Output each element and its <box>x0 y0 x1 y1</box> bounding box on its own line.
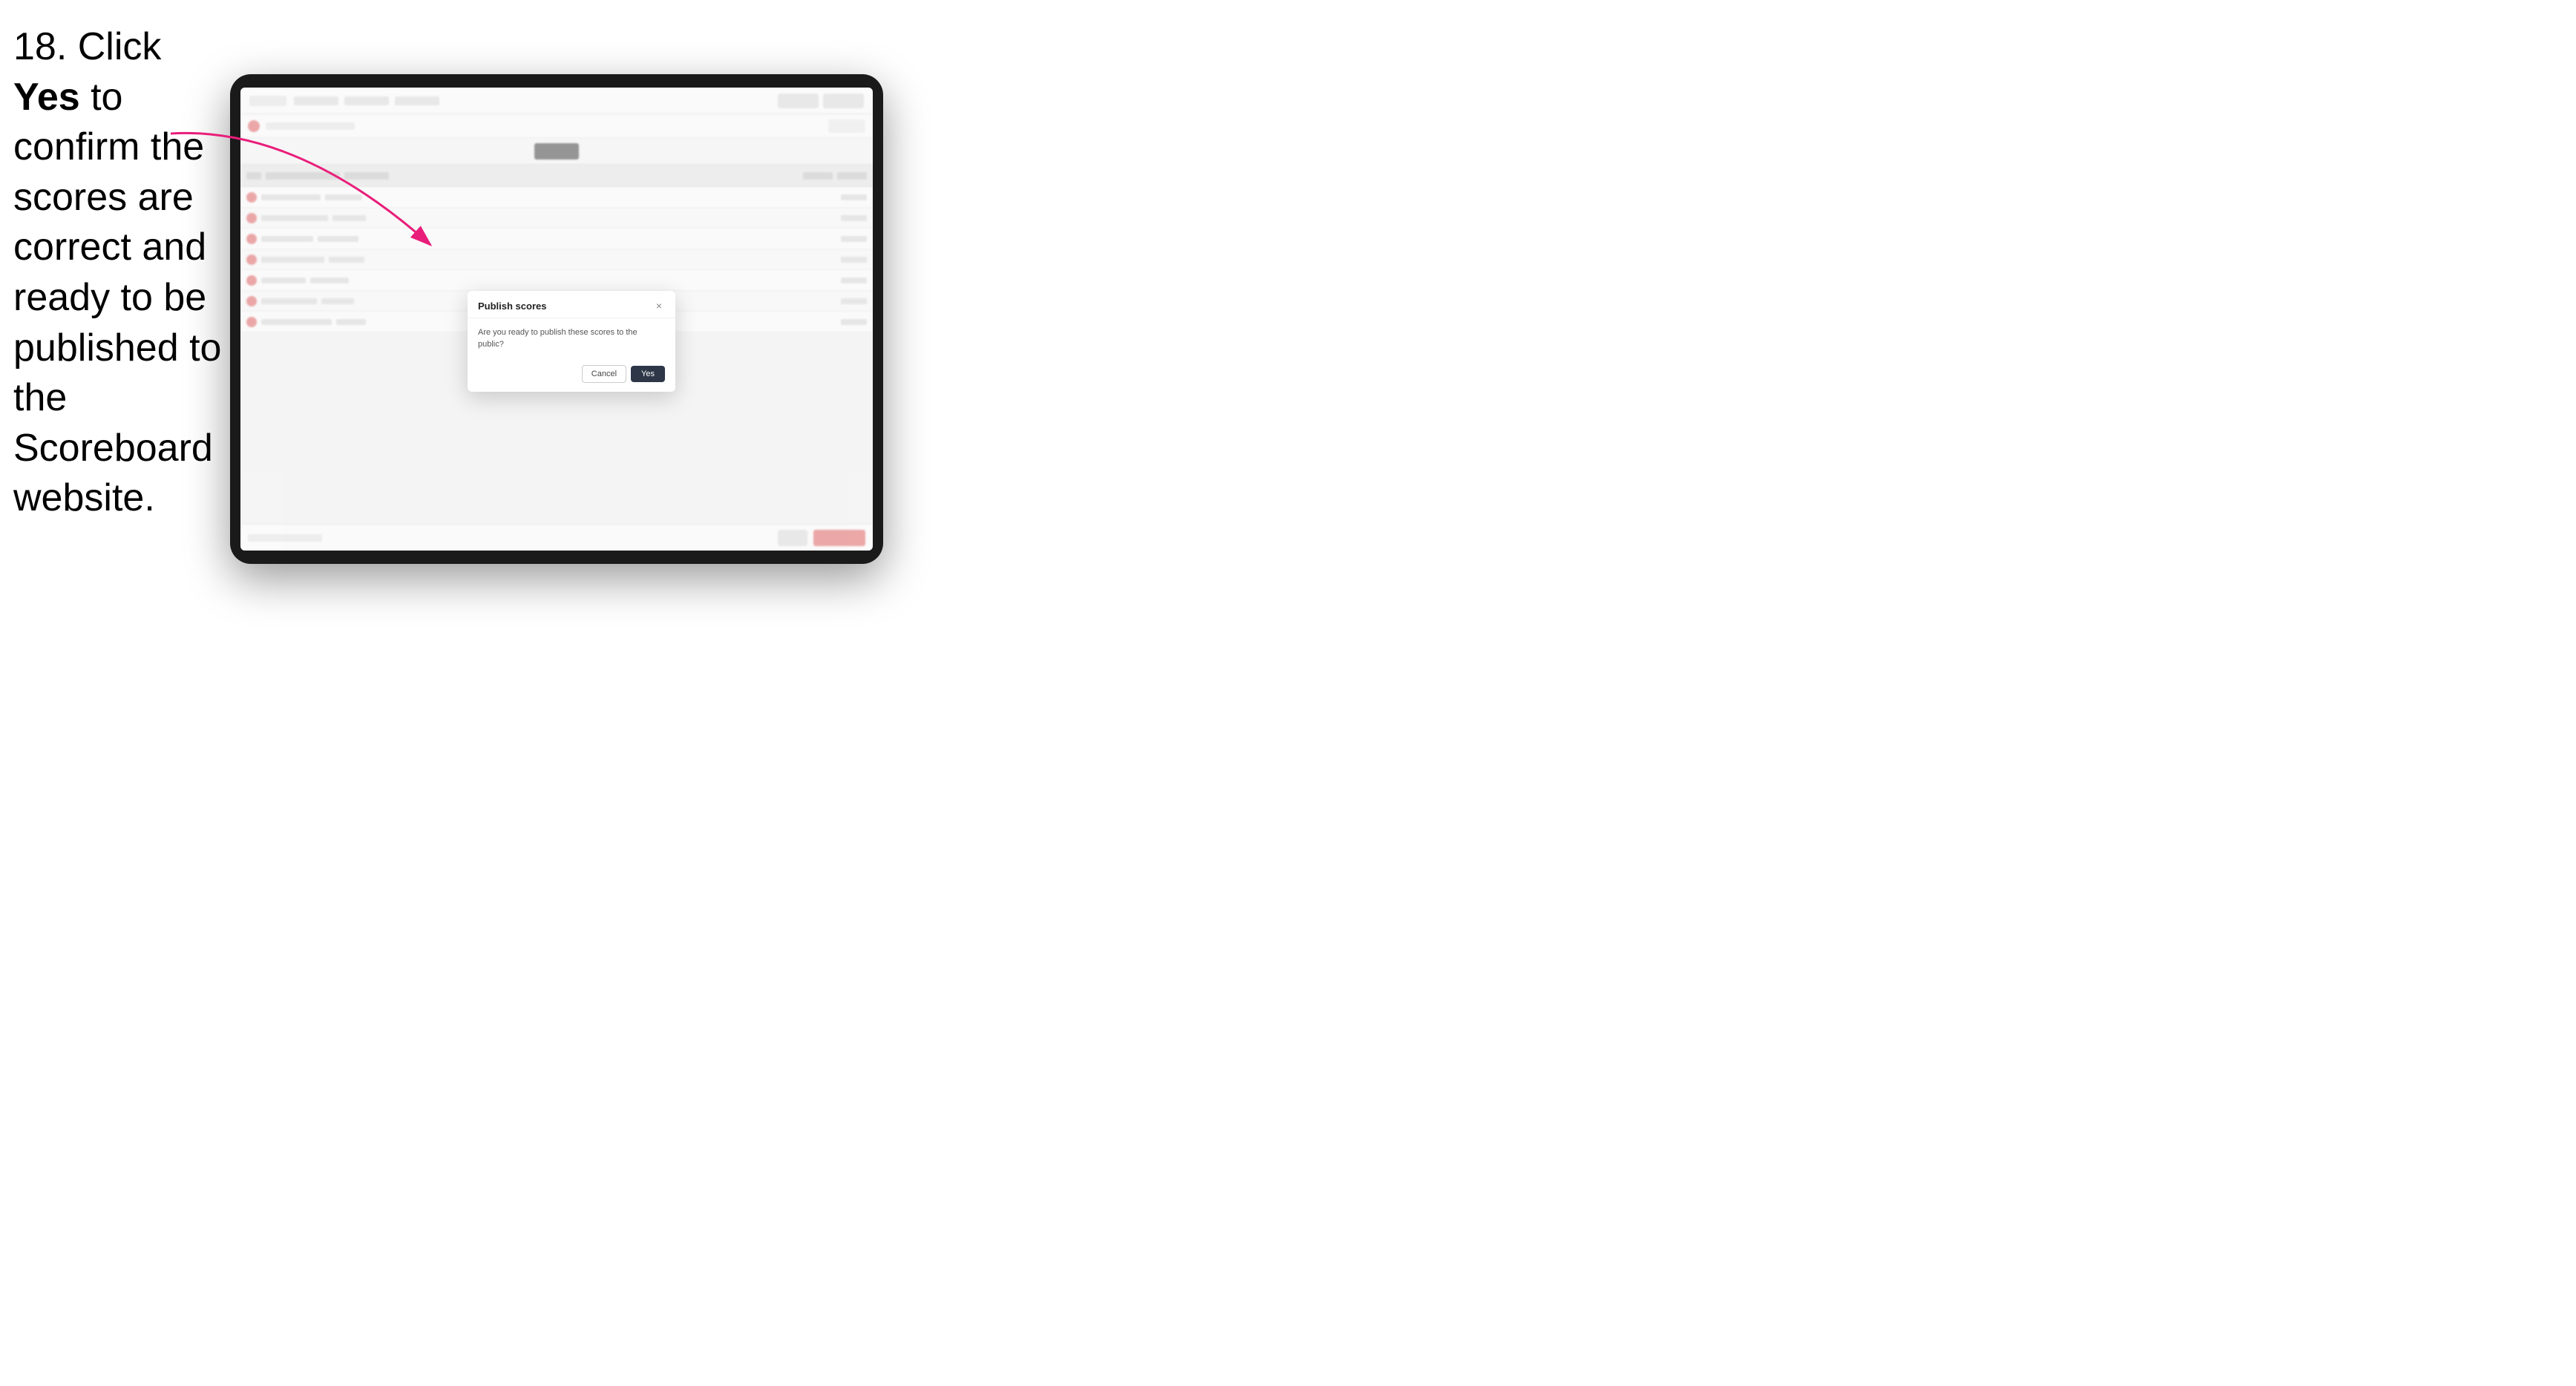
dialog-title: Publish scores <box>478 300 546 312</box>
instruction-prefix: Click <box>67 25 161 68</box>
yes-button[interactable]: Yes <box>631 366 665 382</box>
dialog-header: Publish scores × <box>468 291 675 318</box>
dialog-body: Are you ready to publish these scores to… <box>468 318 675 359</box>
tablet-device: Publish scores × Are you ready to publis… <box>230 74 883 564</box>
cancel-button[interactable]: Cancel <box>582 365 626 383</box>
close-icon[interactable]: × <box>653 300 665 312</box>
dialog-message: Are you ready to publish these scores to… <box>478 327 665 350</box>
publish-scores-dialog: Publish scores × Are you ready to publis… <box>468 291 675 392</box>
step-number: 18. <box>13 25 67 68</box>
tablet-screen: Publish scores × Are you ready to publis… <box>240 88 873 551</box>
modal-overlay: Publish scores × Are you ready to publis… <box>240 88 873 551</box>
dialog-footer: Cancel Yes <box>468 359 675 392</box>
instruction-text: 18. Click Yes to confirm the scores are … <box>13 22 229 524</box>
instruction-bold: Yes <box>13 76 80 119</box>
instruction-suffix: to confirm the scores are correct and re… <box>13 76 221 520</box>
